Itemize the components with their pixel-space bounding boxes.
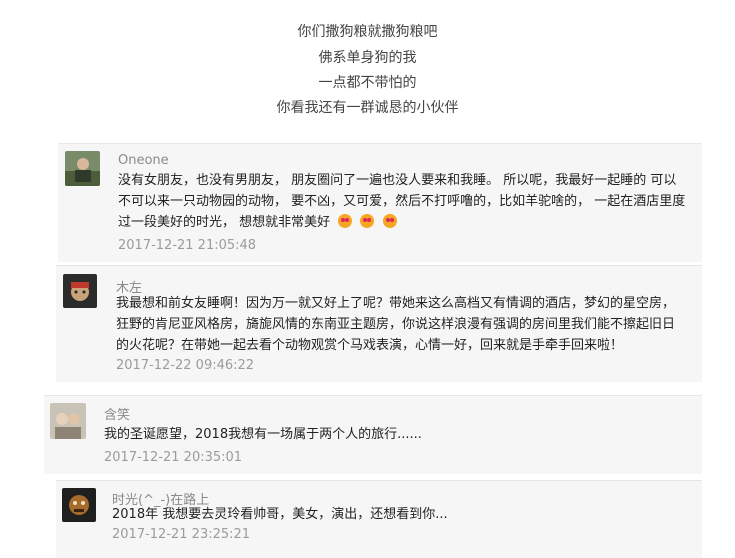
intro-line-3: 一点都不带怕的 (318, 75, 417, 91)
intro-line-2: 佛系单身狗的我 (318, 50, 417, 66)
comment-text-line: 我的圣诞愿望，2018我想有一场属于两个人的旅行...... (104, 427, 422, 442)
heart-eyes-emoji-icon (360, 214, 375, 228)
heart-eyes-emoji-icon (338, 214, 353, 228)
avatar[interactable] (62, 488, 96, 522)
comment-timestamp: 2017-12-21 21:05:48 (118, 238, 257, 253)
comment-text-line: 没有女朋友，也没有男朋友， 朋友圈问了一遍也没人要来和我睡。 所以呢，我最好一起… (118, 173, 677, 188)
comment-author: 含笑 (104, 408, 131, 423)
comment-text-line: 2018年 我想要去灵玲看帅哥，美女，演出，还想看到你... (112, 507, 448, 522)
comment-timestamp: 2017-12-21 20:35:01 (104, 450, 243, 465)
comment-author: Oneone (118, 153, 169, 168)
comment-text-line: 狂野的肯尼亚风格房，旖旎风情的东南亚主题房，你说这样浪漫有强调的房间里我们能不擦… (116, 317, 676, 332)
comment-text-line: 过一段美好的时光， 想想就非常美好 (118, 215, 331, 230)
comment-text-line: 我最想和前女友睡啊！因为万一就又好上了呢？带她来这么高档又有情调的酒店，梦幻的星… (116, 296, 676, 311)
comment-text-line-with-emoji: 过一段美好的时光， 想想就非常美好 (118, 212, 397, 233)
comment-timestamp: 2017-12-22 09:46:22 (116, 358, 255, 373)
intro-line-1: 你们撒狗粮就撒狗粮吧 (297, 24, 438, 40)
comment-text-line: 不可以来一只动物园的动物， 要不凶，又可爱，然后不打呼噜的，比如羊驼啥的， 一起… (118, 194, 686, 209)
heart-eyes-emoji-icon (382, 214, 397, 228)
comment-text-line: 的火花呢？在带她一起去看个动物观赏个马戏表演，心情一好，回来就是手牵手回来啦！ (116, 338, 624, 353)
avatar[interactable] (65, 151, 100, 186)
comment-timestamp: 2017-12-21 23:25:21 (112, 527, 251, 542)
intro-line-4: 你看我还有一群诚恳的小伙伴 (276, 100, 459, 116)
avatar[interactable] (50, 403, 86, 439)
avatar[interactable] (63, 274, 97, 308)
